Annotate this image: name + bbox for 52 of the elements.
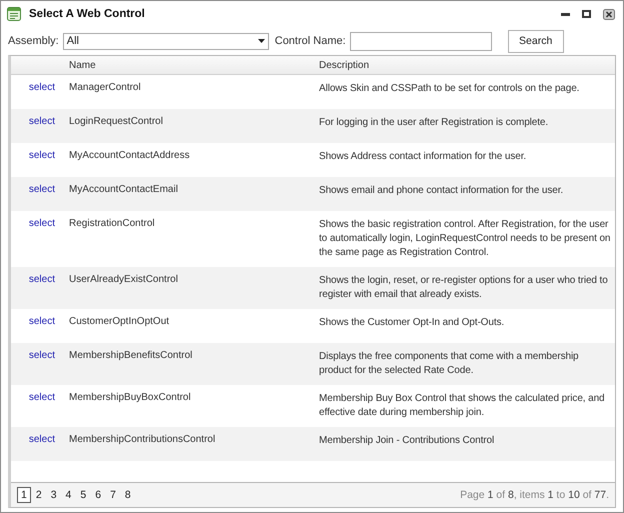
column-header[interactable]: Name [69, 60, 319, 70]
page-link[interactable]: 5 [76, 487, 90, 503]
page-link[interactable]: 6 [91, 487, 106, 503]
table-cell-text: Shows the login, reset, or re-register options for a user who tried to register with email that already exists. [319, 274, 609, 302]
select-link[interactable]: select [11, 274, 69, 302]
table-cell-text: MembershipBuyBoxControl [69, 392, 192, 405]
select-link[interactable]: select [11, 218, 69, 260]
table-cell-text: Allows Skin and CSSPath to be set for controls on the page. [319, 82, 580, 96]
table-cell-text: Membership Join - Contributions Control [319, 434, 496, 448]
table-cell-text: MyAccountContactAddress [69, 150, 191, 163]
table-cell-text: MembershipContributionsControl [69, 434, 216, 447]
select-link[interactable]: select [11, 184, 69, 204]
maximize-icon[interactable] [582, 10, 591, 18]
table-cell-text: CustomerOptInOptOut [69, 316, 170, 329]
search-button[interactable]: Search [508, 30, 564, 52]
pager-info: Page 1 of 8, items 1 to 10 of 77. [460, 489, 609, 501]
select-link[interactable]: select [11, 82, 69, 102]
table-cell-text: Displays the free components that come with a membership product for the selected Rate Code. [319, 350, 580, 378]
close-icon[interactable] [603, 8, 615, 20]
select-link[interactable]: select [11, 350, 69, 378]
table-cell-text: Shows the Customer Opt-In and Opt-Outs. [319, 316, 506, 330]
page-link[interactable]: 7 [106, 487, 120, 503]
table-cell-text: MembershipBenefitsControl [69, 350, 194, 363]
control-name-field[interactable] [350, 32, 492, 50]
select-link[interactable]: select [11, 116, 69, 136]
select-link[interactable]: select [11, 316, 69, 336]
page-link[interactable]: 4 [62, 487, 76, 503]
table-cell-text: MyAccountContactEmail [69, 184, 179, 197]
page-link[interactable]: 2 [32, 487, 46, 503]
table-cell-text: Shows email and phone contact information for the user. [319, 184, 564, 198]
table-cell-text: ManagerControl [69, 82, 142, 95]
table-cell-text: UserAlreadyExistControl [69, 274, 179, 287]
assembly-label: Assembly: [8, 35, 59, 47]
select-link[interactable]: select [11, 392, 69, 420]
window-title: Select A Web Control [29, 8, 146, 20]
column-header[interactable]: Description [319, 60, 615, 70]
page-link[interactable]: 1 [17, 487, 31, 503]
caret-icon [258, 39, 265, 43]
table-cell-text: LoginRequestControl [69, 116, 164, 129]
control-name-label: Control Name: [274, 35, 346, 47]
select-link[interactable]: select [11, 150, 69, 170]
table-cell-text: Membership Buy Box Control that shows the calculated price, and effective date during membership join. [319, 392, 606, 420]
table-cell-text: RegistrationControl [69, 218, 156, 231]
table-cell-text: Shows the basic registration control. After Registration, for the user to automatically login, LoginRequestControl needs to be present on the same page as Registration Control. [319, 218, 612, 260]
select-link[interactable]: select [11, 434, 69, 454]
table-cell-text: Shows Address contact information for the user. [319, 150, 528, 164]
assembly-dropdown[interactable]: All [62, 32, 269, 50]
minimize-icon[interactable] [561, 12, 570, 16]
page-link[interactable]: 8 [120, 487, 135, 503]
table-cell-text: For logging in the user after Registration is complete. [319, 116, 550, 130]
page-link[interactable]: 3 [46, 487, 61, 503]
window-icon [7, 7, 21, 21]
